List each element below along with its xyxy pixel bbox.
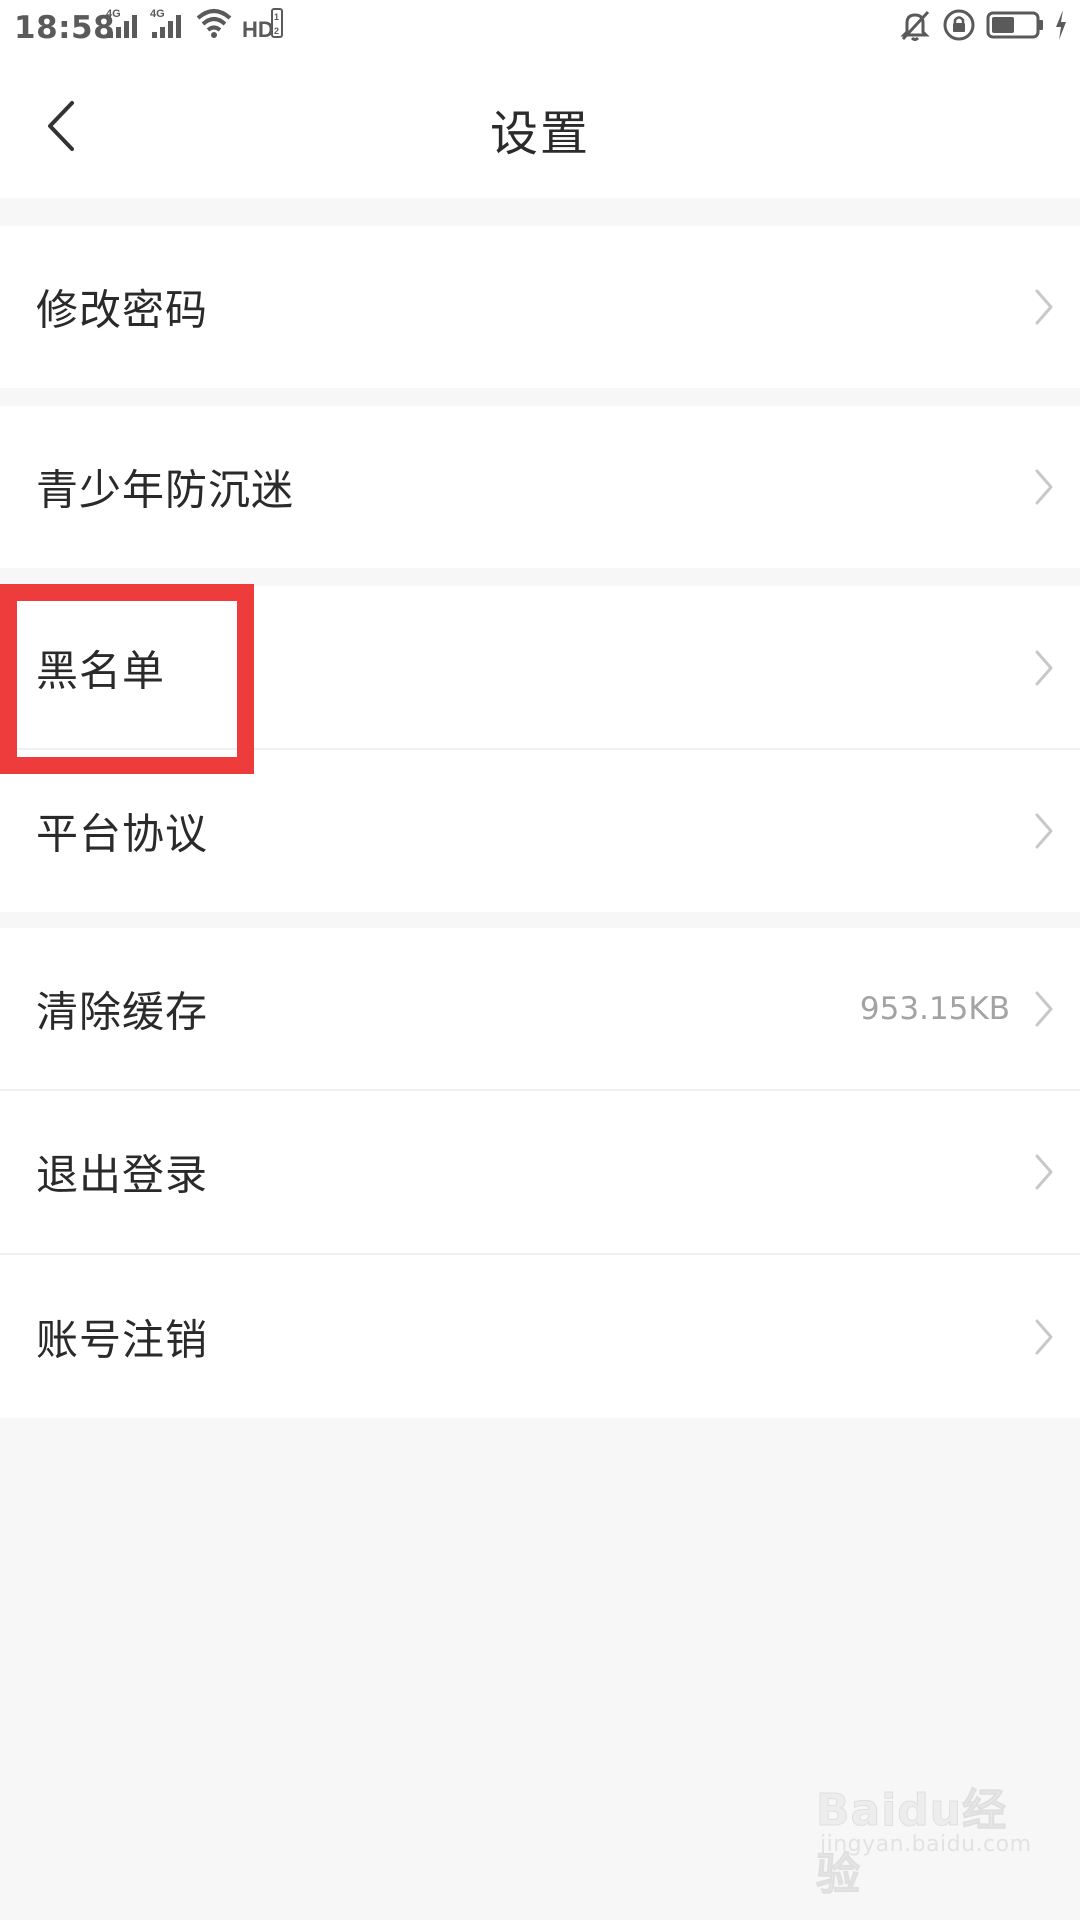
chevron-right-icon bbox=[1035, 1154, 1053, 1190]
header: 设置 bbox=[0, 56, 1080, 198]
net-label-1: 4G bbox=[106, 8, 121, 20]
rotation-lock-icon bbox=[942, 8, 976, 46]
page-title: 设置 bbox=[489, 106, 590, 162]
row-change-password[interactable]: 修改密码 bbox=[0, 226, 1080, 388]
chevron-right-icon bbox=[1035, 469, 1053, 505]
row-label: 账号注销 bbox=[36, 1315, 209, 1364]
row-blacklist[interactable]: 黑名单 bbox=[0, 586, 1080, 750]
signal-icon: 4G bbox=[106, 6, 142, 44]
chevron-right-icon bbox=[1035, 650, 1053, 686]
row-delete-account[interactable]: 账号注销 bbox=[0, 1255, 1080, 1418]
row-platform-agreement[interactable]: 平台协议 bbox=[0, 750, 1080, 912]
row-label: 黑名单 bbox=[36, 646, 166, 696]
row-teen-mode[interactable]: 青少年防沉迷 bbox=[0, 406, 1080, 568]
row-label: 清除缓存 bbox=[36, 987, 209, 1037]
watermark: Baidu经验 jingyan.baidu.com bbox=[816, 1774, 1032, 1901]
row-logout[interactable]: 退出登录 bbox=[0, 1091, 1080, 1253]
chevron-right-icon bbox=[1035, 991, 1053, 1027]
chevron-right-icon bbox=[1035, 1319, 1053, 1354]
row-label: 平台协议 bbox=[36, 809, 209, 859]
charging-icon bbox=[1054, 8, 1068, 46]
status-left-icons: 4G 4G HD 1 2 bbox=[106, 8, 284, 44]
bell-off-icon bbox=[898, 8, 932, 46]
status-bar: 18:58 4G 4G HD 1 2 bbox=[0, 0, 1080, 56]
chevron-right-icon bbox=[1035, 289, 1053, 325]
watermark-url: jingyan.baidu.com bbox=[820, 1832, 1032, 1857]
net-label-2: 4G bbox=[150, 8, 165, 20]
cache-size: 953.15KB bbox=[859, 991, 1010, 1027]
signal-icon: 4G bbox=[150, 6, 186, 44]
wifi-icon bbox=[194, 6, 234, 44]
chevron-right-icon bbox=[1035, 813, 1053, 849]
status-time: 18:58 bbox=[14, 10, 116, 46]
battery-icon bbox=[986, 8, 1044, 46]
row-label: 退出登录 bbox=[36, 1150, 209, 1200]
row-clear-cache[interactable]: 清除缓存 953.15KB bbox=[0, 928, 1080, 1090]
svg-text:1: 1 bbox=[274, 12, 279, 22]
row-label: 修改密码 bbox=[36, 285, 209, 335]
row-label: 青少年防沉迷 bbox=[36, 465, 295, 515]
status-right-icons bbox=[898, 8, 1068, 46]
hd-icon: HD 1 2 bbox=[242, 6, 284, 44]
svg-text:2: 2 bbox=[274, 26, 279, 36]
hd-label: HD bbox=[242, 17, 274, 40]
